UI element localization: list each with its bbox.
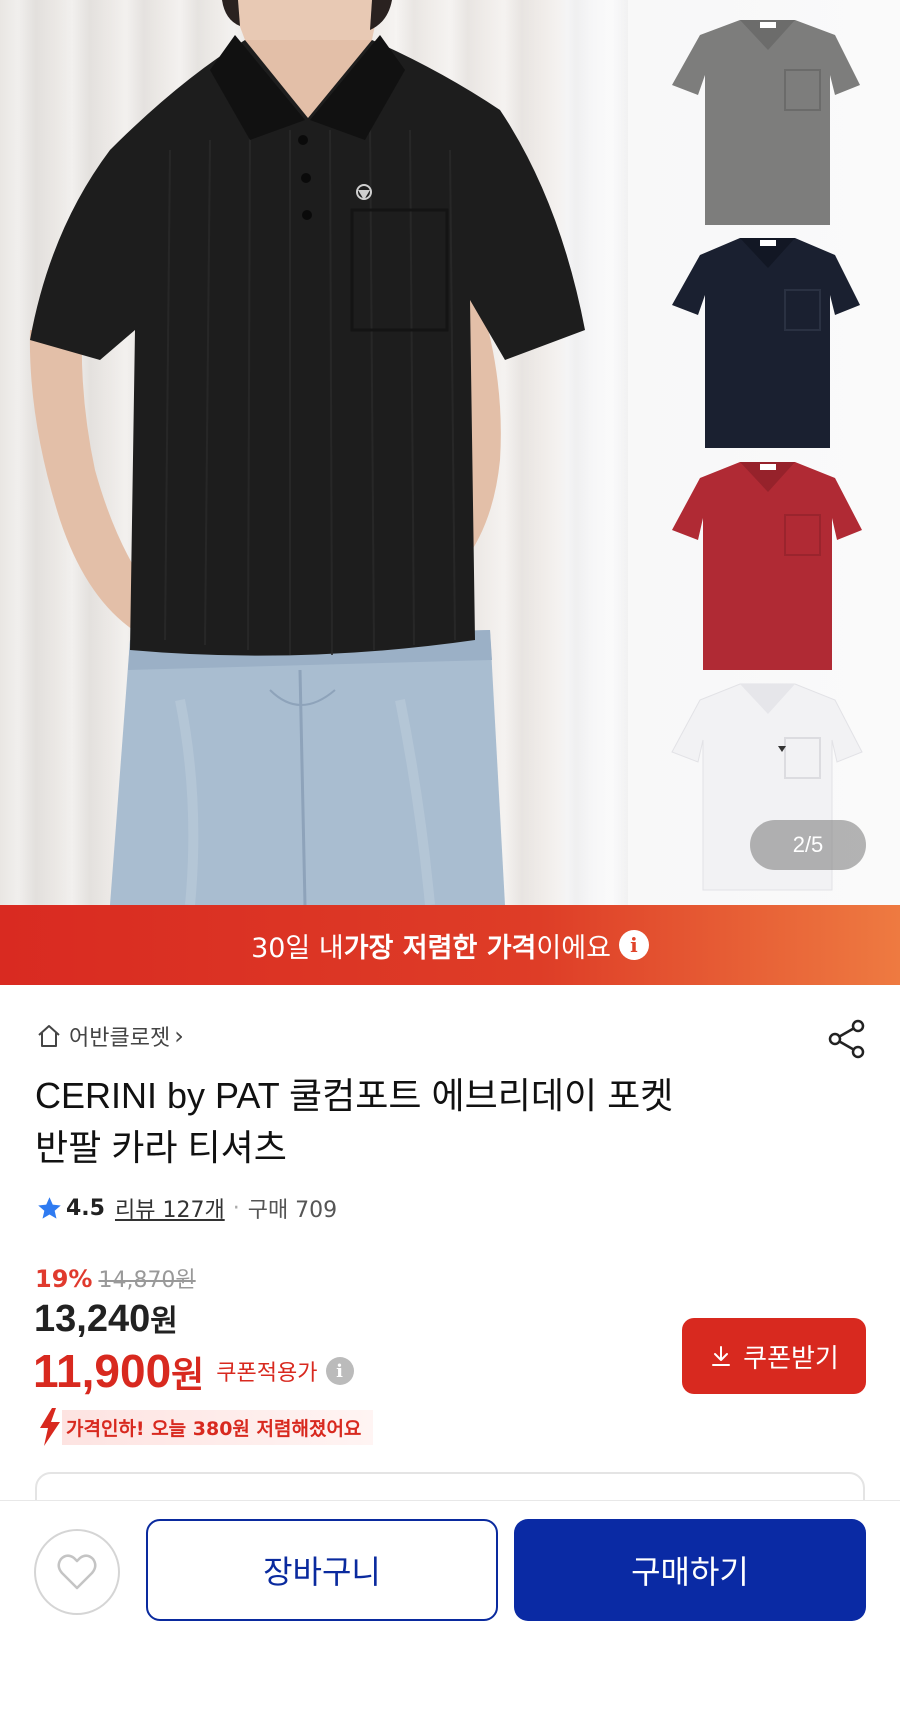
sale-price: 13,240원 [34, 1296, 178, 1341]
get-coupon-label: 쿠폰받기 [743, 1343, 839, 1374]
promo-highlight: 가장 저렴한 가격 [343, 932, 537, 964]
wishlist-button[interactable] [34, 1529, 120, 1615]
promo-suffix: 이에요 [536, 932, 611, 964]
lowest-price-banner[interactable]: 30일 내 가장 저렴한 가격 이에요 i [0, 905, 900, 985]
star-icon [38, 1196, 61, 1219]
info-icon[interactable]: i [618, 930, 649, 960]
purchase-count: 구매 709 [247, 1198, 338, 1223]
model-photo [29, 0, 585, 905]
coupon-price-number: 11,900 [33, 1345, 172, 1397]
home-icon [38, 1025, 60, 1047]
sale-price-number: 13,240 [34, 1298, 151, 1340]
coupon-price-row: 11,900원 쿠폰적용가 i [33, 1344, 354, 1398]
thumbnail-grey [672, 20, 860, 225]
download-icon [712, 1346, 731, 1366]
color-variant-thumbnails [671, 20, 863, 891]
rating-row: 4.5 리뷰 127개 · 구매 709 [36, 1192, 337, 1224]
price-drop-text: 가격인하! 오늘 380원 저렴해졌어요 [62, 1409, 374, 1445]
gallery-page-indicator: 2/5 [750, 820, 866, 870]
product-image-gallery[interactable]: 2/5 [0, 0, 900, 905]
lightning-icon [40, 1408, 60, 1446]
discount-percent: 19% [35, 1265, 93, 1293]
coupon-price-label: 쿠폰적용가 [216, 1361, 318, 1386]
info-icon[interactable]: i [325, 1357, 354, 1385]
get-coupon-button[interactable]: 쿠폰받기 [682, 1318, 866, 1394]
store-name: 어반클로젯 [69, 1026, 171, 1051]
original-price: 14,870원 [98, 1268, 196, 1293]
coupon-price-unit: 원 [171, 1354, 205, 1395]
chevron-right-icon: › [174, 1022, 184, 1050]
product-title-line1: CERINI by PAT 쿨컴포트 에브리데이 포켓 [35, 1075, 674, 1116]
heart-icon [57, 1554, 97, 1590]
bottom-action-bar: 장바구니 구매하기 [0, 1500, 900, 1710]
rating-score: 4.5 [66, 1195, 105, 1221]
reviews-link[interactable]: 리뷰 127개 [115, 1192, 225, 1224]
thumbnail-navy [672, 238, 860, 448]
price-drop-badge: 가격인하! 오늘 380원 저렴해졌어요 [36, 1408, 374, 1446]
sale-price-unit: 원 [150, 1305, 178, 1338]
discount-row: 19% 14,870원 [35, 1262, 196, 1294]
product-title-line2: 반팔 카라 티셔츠 [35, 1127, 287, 1168]
separator-dot: · [232, 1195, 240, 1221]
promo-prefix: 30일 내 [251, 932, 344, 964]
coupon-price: 11,900원 [33, 1344, 204, 1398]
share-icon[interactable] [826, 1018, 868, 1060]
buy-now-button[interactable]: 구매하기 [514, 1519, 866, 1621]
product-title: CERINI by PAT 쿨컴포트 에브리데이 포켓 반팔 카라 티셔츠 [35, 1070, 855, 1174]
add-to-cart-button[interactable]: 장바구니 [146, 1519, 498, 1621]
store-link[interactable]: 어반클로젯 › [35, 1020, 184, 1052]
thumbnail-red [672, 462, 862, 670]
